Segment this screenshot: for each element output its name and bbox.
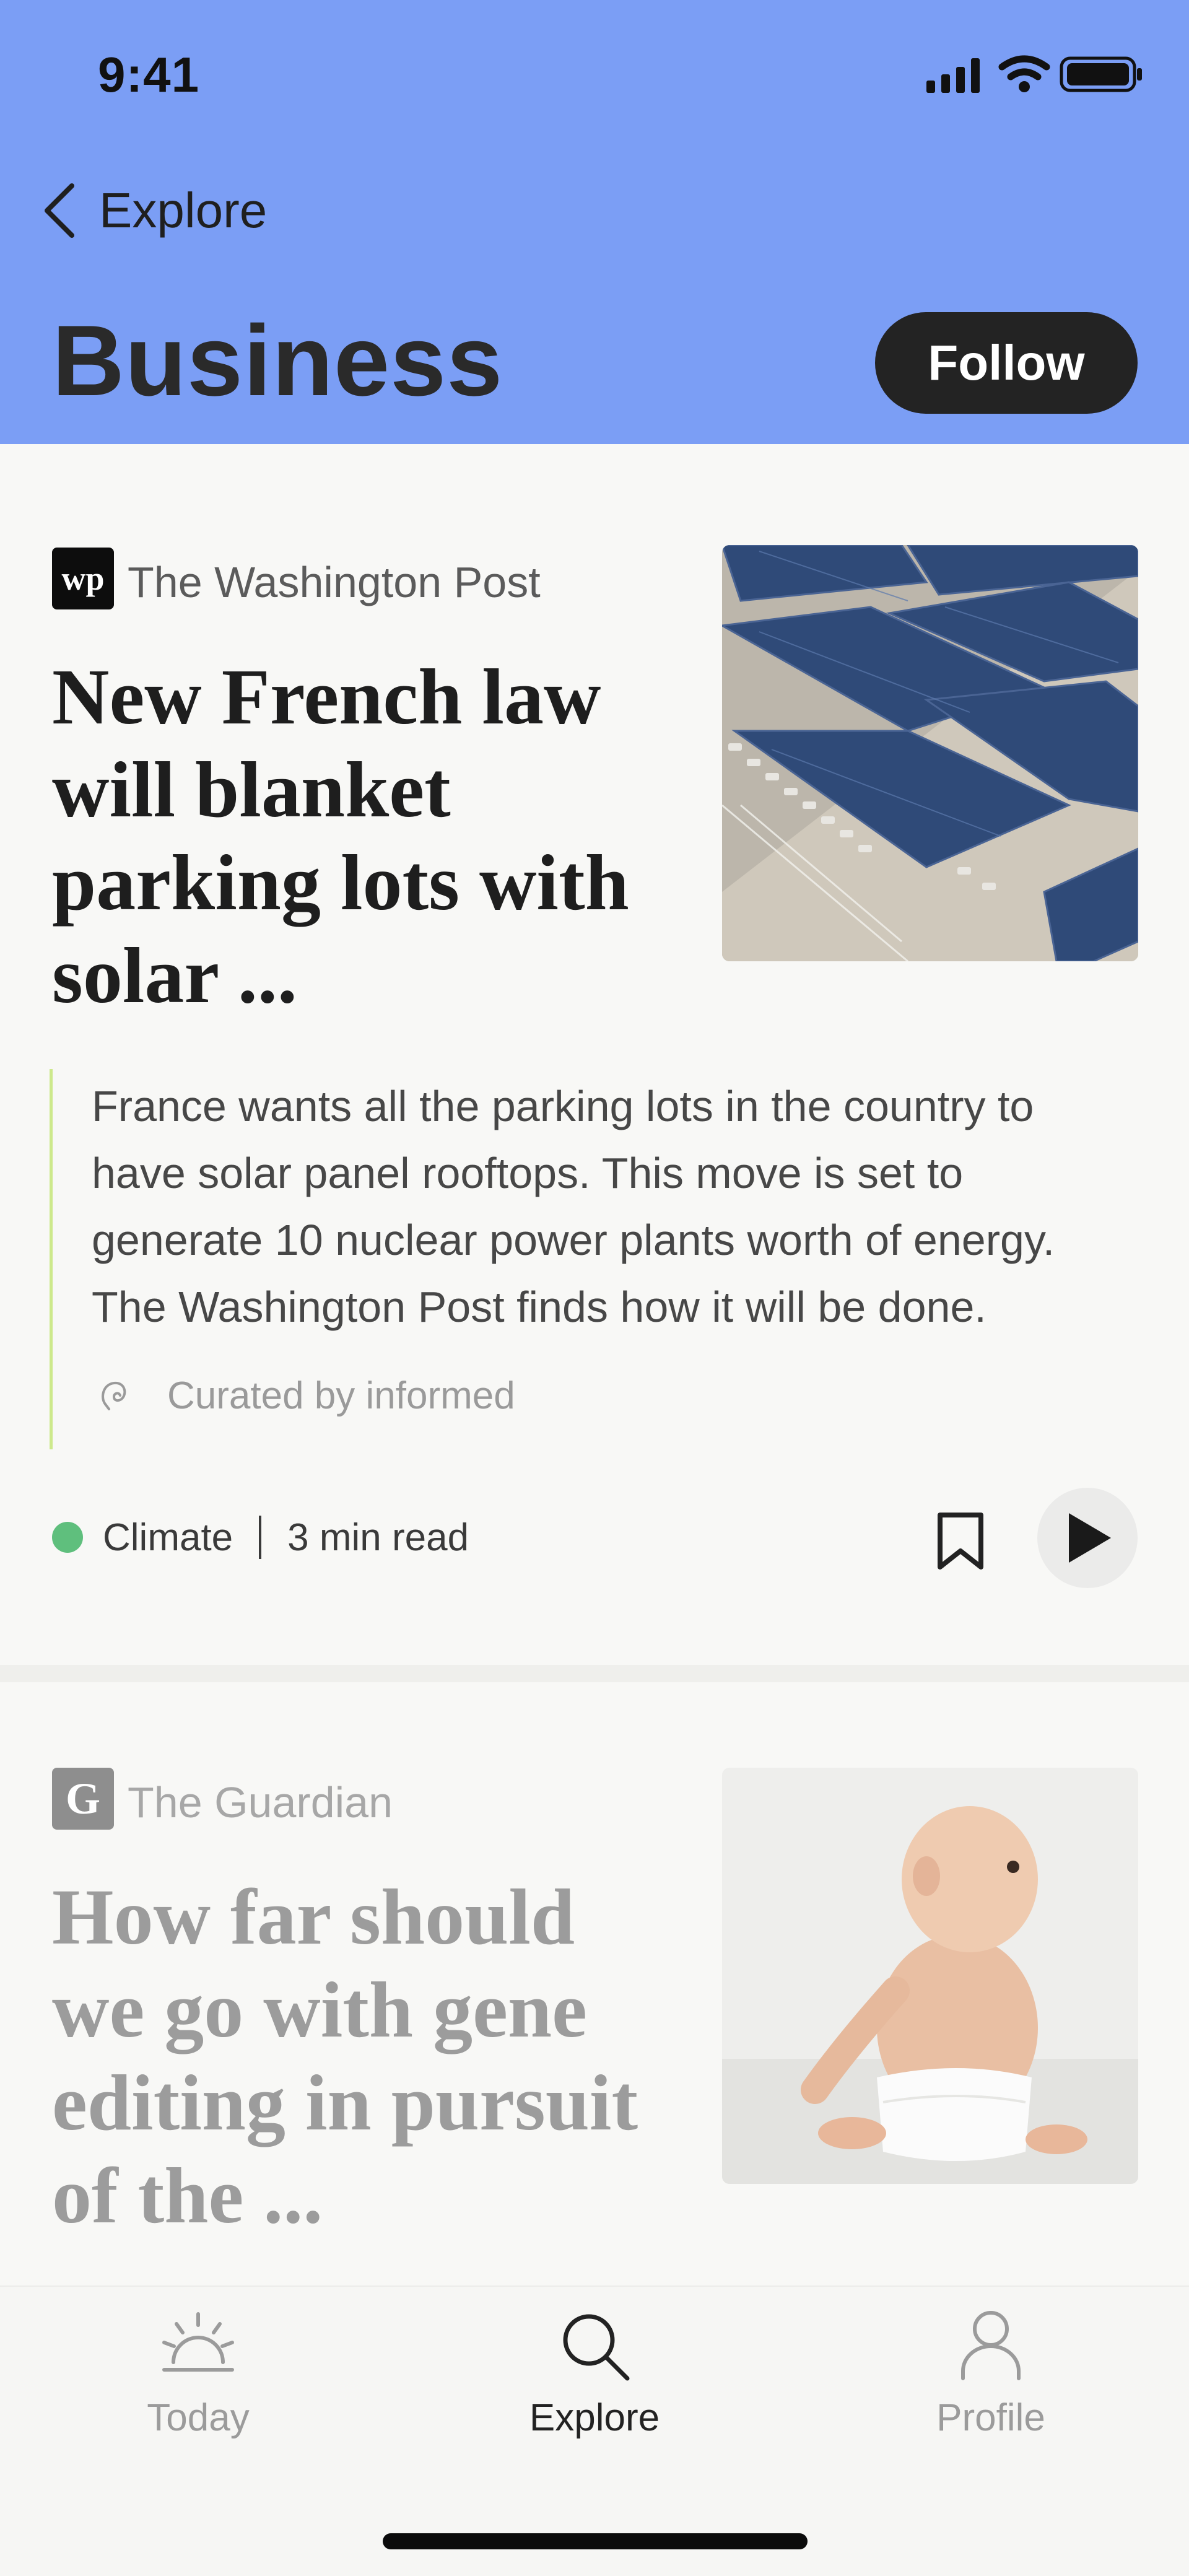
battery-icon [1060, 56, 1142, 92]
play-audio-button[interactable] [1037, 1488, 1138, 1588]
informed-logo-icon [102, 1381, 126, 1410]
bookmark-icon[interactable] [935, 1511, 986, 1571]
summary-accent-line [50, 1069, 53, 1449]
read-time: 3 min read [287, 1516, 469, 1559]
sunrise-icon [162, 2312, 234, 2372]
topic-label[interactable]: Climate [103, 1516, 233, 1560]
home-indicator[interactable] [383, 2533, 808, 2549]
back-label: Explore [99, 183, 268, 238]
publisher-logo: G [52, 1768, 114, 1830]
signal-icon [926, 58, 980, 93]
article-headline[interactable]: How far should we go with gene editing i… [52, 1871, 671, 2242]
article-card[interactable]: G The Guardian How far should we go with… [0, 1682, 1189, 2286]
tab-profile[interactable]: Profile [867, 2305, 1115, 2440]
baby-image [722, 1768, 1138, 2184]
tab-label: Explore [529, 2396, 660, 2439]
publisher-name: The Washington Post [128, 558, 541, 606]
status-icons [926, 55, 1142, 93]
publisher-logo: wp [52, 548, 114, 609]
curated-by-text: Curated by informed [167, 1374, 515, 1417]
solar-panel-image [722, 545, 1138, 961]
article-headline[interactable]: New French law will blanket parking lots… [52, 650, 671, 1022]
card-divider [0, 1665, 1189, 1682]
meta-divider [259, 1516, 262, 1559]
topic-dot [52, 1522, 83, 1553]
chevron-left-icon [45, 183, 74, 238]
status-time: 9:41 [98, 47, 200, 102]
play-icon [1069, 1513, 1111, 1563]
article-image[interactable] [722, 545, 1138, 961]
tab-explore[interactable]: Explore [471, 2305, 718, 2440]
wifi-icon [998, 55, 1050, 81]
back-button[interactable]: Explore [42, 180, 267, 242]
person-icon [961, 2311, 1021, 2380]
search-icon [563, 2314, 630, 2381]
page-title: Business [52, 305, 503, 417]
article-summary: France wants all the parking lots in the… [92, 1082, 1055, 1331]
follow-button[interactable]: Follow [875, 312, 1138, 414]
publisher-name: The Guardian [128, 1778, 393, 1827]
tab-label: Profile [936, 2396, 1045, 2439]
tab-today[interactable]: Today [74, 2305, 322, 2440]
curated-label-row: Curated by informed [99, 1374, 515, 1418]
tab-label: Today [147, 2396, 250, 2439]
article-image[interactable] [722, 1768, 1138, 2184]
article-meta: Climate 3 min read [52, 1513, 469, 1562]
